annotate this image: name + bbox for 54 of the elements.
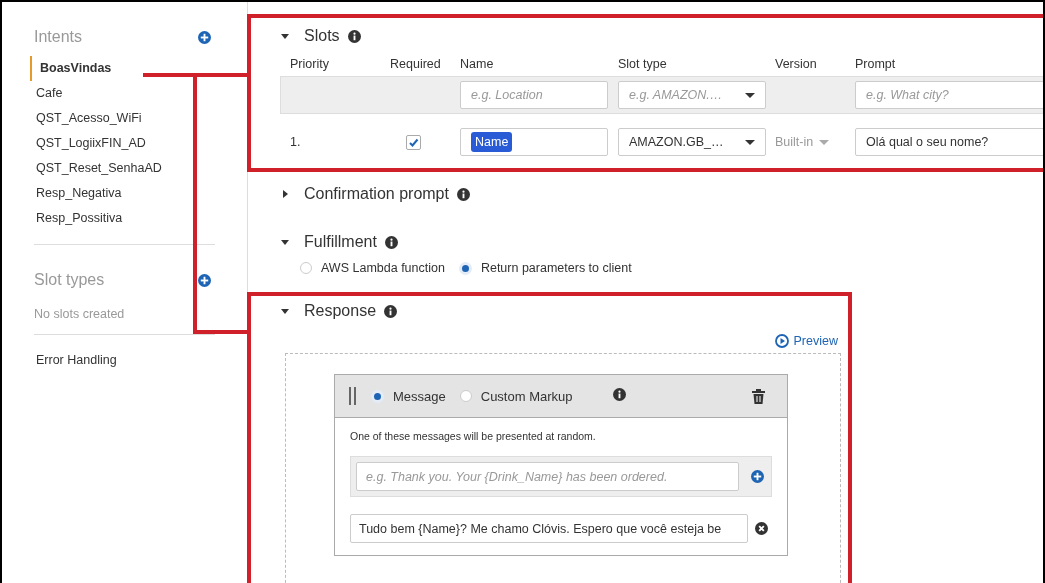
radio-label[interactable]: Message bbox=[393, 388, 446, 404]
column-header: Prompt bbox=[855, 57, 897, 71]
section-title: Response bbox=[304, 302, 377, 320]
intent-item[interactable]: Resp_Negativa bbox=[32, 181, 247, 206]
message-input[interactable]: Tudo bem {Name}? Me chamo Clóvis. Espero que você esteja be bbox=[350, 514, 748, 543]
name-input[interactable]: e.g. Location bbox=[460, 81, 608, 109]
intent-item[interactable]: QST_Acesso_WiFi bbox=[32, 106, 247, 131]
caret-right-icon[interactable] bbox=[280, 189, 290, 199]
play-circle-icon[interactable] bbox=[774, 334, 789, 348]
add-icon[interactable] bbox=[198, 273, 211, 287]
intent-item[interactable]: QST_Reset_SenhaAD bbox=[32, 156, 247, 181]
trash-icon[interactable] bbox=[752, 388, 765, 404]
radio-button[interactable] bbox=[459, 390, 472, 402]
empty-message: No slots created bbox=[34, 307, 126, 321]
caret-down-icon[interactable] bbox=[280, 306, 290, 316]
section-title: Fulfillment bbox=[304, 233, 377, 251]
error-handling-link[interactable]: Error Handling bbox=[32, 348, 247, 373]
info-icon[interactable] bbox=[612, 388, 626, 401]
add-icon[interactable] bbox=[751, 470, 764, 483]
required-checkbox[interactable] bbox=[406, 134, 421, 150]
remove-icon[interactable] bbox=[755, 522, 768, 535]
column-header: Version bbox=[775, 57, 818, 71]
radio-label[interactable]: AWS Lambda function bbox=[321, 261, 445, 275]
priority-cell-text: 1. bbox=[290, 135, 302, 149]
caret-down-icon[interactable] bbox=[280, 237, 290, 247]
info-icon[interactable] bbox=[456, 187, 470, 201]
message-input[interactable]: e.g. Thank you. Your {Drink_Name} has been ordered. bbox=[356, 462, 739, 491]
drag-handle-icon[interactable] bbox=[349, 387, 357, 405]
preview-link[interactable]: Preview bbox=[774, 334, 838, 348]
info-icon[interactable] bbox=[347, 29, 361, 43]
column-header: Required bbox=[390, 57, 442, 71]
column-header: Name bbox=[460, 57, 495, 71]
add-icon[interactable] bbox=[198, 30, 211, 44]
intent-item[interactable]: Resp_Possitiva bbox=[32, 206, 247, 231]
intent-item[interactable]: QST_LogiixFIN_AD bbox=[32, 131, 247, 156]
radio-label[interactable]: Custom Markup bbox=[480, 388, 573, 404]
radio-button[interactable] bbox=[300, 262, 312, 274]
info-icon[interactable] bbox=[384, 304, 398, 318]
name-input[interactable]: Name bbox=[460, 128, 608, 156]
section-title: Slots bbox=[304, 27, 340, 45]
slot-type-dropdown[interactable]: AMAZON.GB_… bbox=[618, 128, 766, 156]
intent-item[interactable]: BoasVindas bbox=[30, 56, 247, 81]
hint-text: One of these messages will be presented at random. bbox=[350, 430, 597, 442]
section-title: Slot types bbox=[34, 271, 105, 289]
section-title: Intents bbox=[34, 28, 83, 46]
caret-down-icon[interactable] bbox=[280, 31, 290, 41]
column-header: Slot type bbox=[618, 57, 668, 71]
prompt-input[interactable]: Olá qual o seu nome? bbox=[855, 128, 1043, 156]
section-title: Confirmation prompt bbox=[304, 185, 449, 203]
column-header: Priority bbox=[290, 57, 330, 71]
info-icon[interactable] bbox=[384, 235, 398, 249]
prompt-input[interactable]: e.g. What city? bbox=[855, 81, 1043, 109]
intent-item[interactable]: Cafe bbox=[32, 81, 247, 106]
radio-label[interactable]: Return parameters to client bbox=[480, 261, 632, 275]
